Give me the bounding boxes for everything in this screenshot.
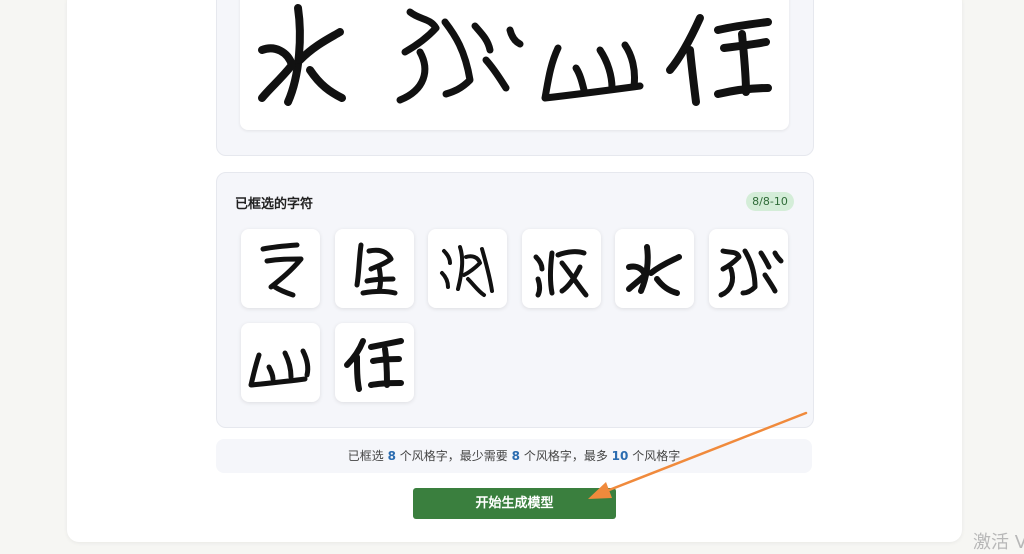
selected-characters-title: 已框选的字符 — [235, 197, 314, 212]
character-tile[interactable] — [335, 229, 414, 308]
min-count: 8 — [511, 449, 520, 463]
character-tile[interactable] — [428, 229, 507, 308]
calligraphy-preview-icon — [258, 4, 772, 106]
info-part1: 个风格字，最少需要 — [399, 449, 508, 463]
start-generate-model-button[interactable]: 开始生成模型 — [413, 488, 616, 519]
calligraphy-glyph-icon — [440, 245, 494, 297]
calligraphy-glyph-icon — [248, 348, 311, 388]
calligraphy-glyph-icon — [260, 242, 304, 298]
info-part3: 个风格字 — [632, 449, 681, 463]
character-tile[interactable] — [522, 229, 601, 308]
character-tile[interactable] — [335, 323, 414, 402]
calligraphy-glyph-icon — [354, 242, 398, 296]
character-tile[interactable] — [615, 229, 694, 308]
calligraphy-glyph-icon — [344, 338, 404, 392]
character-tile[interactable] — [241, 229, 320, 308]
calligraphy-glyph-icon — [626, 244, 682, 296]
selection-info-bar: 已框选 8 个风格字，最少需要 8 个风格字，最多 10 个风格字 — [216, 439, 812, 473]
count-badge: 8/8-10 — [746, 192, 794, 211]
info-part2: 个风格字，最多 — [523, 449, 608, 463]
calligraphy-glyph-icon — [718, 248, 784, 298]
preview-image[interactable] — [240, 0, 789, 130]
max-count: 10 — [611, 449, 629, 463]
watermark: 激活 V — [973, 532, 1024, 553]
info-prefix: 已框选 — [347, 449, 384, 463]
calligraphy-glyph-icon — [533, 249, 589, 298]
character-tile[interactable] — [709, 229, 788, 308]
selected-count: 8 — [387, 449, 396, 463]
character-tile[interactable] — [241, 323, 320, 402]
